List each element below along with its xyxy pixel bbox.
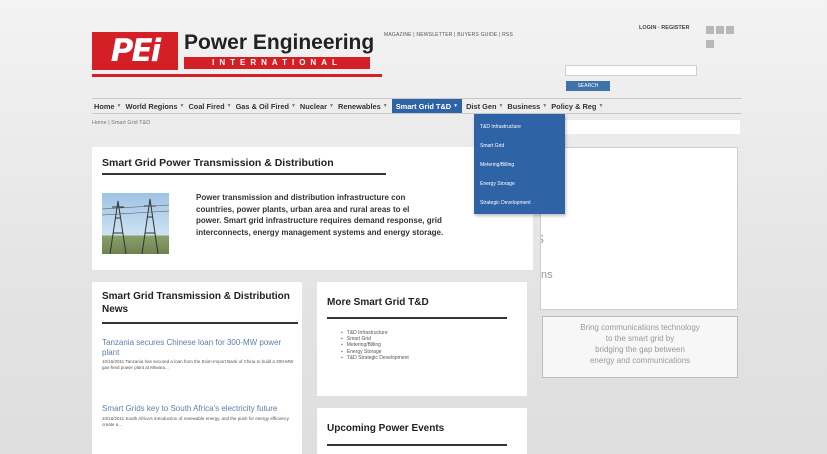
breadcrumb[interactable]: Home | Smart Grid T&D <box>92 120 150 126</box>
login-register-link[interactable]: LOGIN · REGISTER <box>639 25 689 31</box>
search-button[interactable]: SEARCH <box>566 81 610 91</box>
caret-icon: ▼ <box>329 103 334 109</box>
logo-title: Power Engineering <box>184 31 375 54</box>
ad-line: to the smart grid by <box>605 334 675 343</box>
caret-icon: ▼ <box>453 103 459 109</box>
hero-line: interconnects, energy management systems… <box>196 227 444 237</box>
nav-item-nuclear[interactable]: Nuclear ▼ <box>298 99 336 113</box>
caret-icon: ▼ <box>498 103 504 109</box>
caret-icon: ▼ <box>382 103 388 109</box>
more-divider <box>327 317 507 319</box>
tower-illustration <box>102 198 169 254</box>
site-logo[interactable]: PEi Power Engineering INTERNATIONAL <box>92 32 374 70</box>
dropdown-item[interactable]: Metering/Billing <box>474 156 565 175</box>
nav-label: Gas & Oil Fired <box>235 101 289 111</box>
transmission-tower-image <box>102 193 169 254</box>
caret-icon: ▼ <box>542 103 548 109</box>
nav-item-dist-gen[interactable]: Dist Gen ▼ <box>464 99 505 113</box>
nav-item-policy-reg[interactable]: Policy & Reg ▼ <box>549 99 605 113</box>
nav-item-renewables[interactable]: Renewables ▼ <box>336 99 390 113</box>
caret-icon: ▼ <box>226 103 232 109</box>
article-summary: 10/16/2011 South Africa's introduction o… <box>102 415 289 427</box>
nav-label: World Regions <box>125 101 178 111</box>
nav-label: Renewables <box>338 101 381 111</box>
promo-text-fragment: s <box>541 230 544 248</box>
dropdown-item[interactable]: Smart Grid <box>474 137 565 156</box>
logo-subtitle: INTERNATIONAL <box>184 57 370 69</box>
hero-panel: Smart Grid Power Transmission & Distribu… <box>92 147 533 270</box>
caret-icon: ▼ <box>116 103 122 109</box>
nav-item-business[interactable]: Business ▼ <box>505 99 549 113</box>
dropdown-item[interactable]: T&D Infrastructure <box>474 118 565 137</box>
news-heading: Smart Grid Transmission & Distribution N… <box>102 291 290 315</box>
site-container: PEi Power Engineering INTERNATIONAL MAGA… <box>92 10 742 454</box>
news-divider <box>102 322 298 324</box>
list-item[interactable]: T&D Strategic Development <box>341 355 409 361</box>
caret-icon: ▼ <box>179 103 185 109</box>
more-heading: More Smart Grid T&D <box>327 297 429 308</box>
smart-grid-dropdown-menu: T&D Infrastructure Smart Grid Metering/B… <box>474 114 565 214</box>
news-article: Tanzania secures Chinese loan for 300-MW… <box>102 338 294 371</box>
ad-line: bridging the gap between <box>595 345 685 354</box>
events-panel: Upcoming Power Events <box>317 408 527 454</box>
communications-ad[interactable]: Bring communications technology to the s… <box>542 316 738 378</box>
right-header-strip <box>540 120 740 134</box>
main-nav: Home ▼ World Regions ▼ Coal Fired ▼ Gas & O… <box>92 98 742 114</box>
nav-label: Smart Grid T&D <box>395 101 452 111</box>
logo-mark: PEi <box>92 32 178 70</box>
title-divider <box>102 173 386 175</box>
social-icons <box>706 26 734 34</box>
twitter-icon[interactable] <box>716 26 724 34</box>
linkedin-icon[interactable] <box>726 26 734 34</box>
news-panel: Smart Grid Transmission & Distribution N… <box>92 282 302 454</box>
events-divider <box>327 444 507 446</box>
promo-text-fragment: ns <box>541 269 553 281</box>
page-title: Smart Grid Power Transmission & Distribu… <box>102 157 334 169</box>
facebook-icon[interactable] <box>706 26 714 34</box>
dropdown-item[interactable]: Energy Storage <box>474 175 565 194</box>
ad-line: energy and communications <box>589 356 691 365</box>
nav-item-coal-fired[interactable]: Coal Fired ▼ <box>186 99 233 113</box>
nav-label: Nuclear <box>299 101 328 111</box>
search-input[interactable] <box>565 65 697 76</box>
caret-icon: ▼ <box>290 103 296 109</box>
logo-divider <box>92 74 382 77</box>
hero-line: power. Smart grid infrastructure require… <box>196 216 442 225</box>
more-links: T&D Infrastructure Smart Grid Metering/B… <box>341 330 409 361</box>
rss-icon[interactable] <box>706 40 714 48</box>
article-link[interactable]: Tanzania secures Chinese loan for 300-MW… <box>102 338 294 357</box>
nav-label: Dist Gen <box>466 101 497 111</box>
top-links[interactable]: MAGAZINE | NEWSLETTER | BUYERS GUIDE | R… <box>384 32 513 38</box>
dropdown-item[interactable]: Strategic Development <box>474 194 565 213</box>
ad-text: Bring communications technology to the s… <box>543 317 737 371</box>
logo-text: Power Engineering INTERNATIONAL <box>184 32 374 69</box>
nav-label: Home <box>94 101 115 111</box>
article-link[interactable]: Smart Grids key to South Africa's electr… <box>102 404 294 414</box>
more-panel: More Smart Grid T&D T&D Infrastructure S… <box>317 282 527 396</box>
nav-label: Policy & Reg <box>551 101 597 111</box>
nav-label: Coal Fired <box>188 101 225 111</box>
article-summary: 10/16/2011 Tanzania has secured a loan f… <box>102 359 294 370</box>
nav-item-world-regions[interactable]: World Regions ▼ <box>124 99 187 113</box>
ad-line: Bring communications technology <box>580 323 700 332</box>
caret-icon: ▼ <box>598 103 604 109</box>
events-heading: Upcoming Power Events <box>327 423 445 434</box>
nav-item-gas-oil-fired[interactable]: Gas & Oil Fired ▼ <box>234 99 298 113</box>
sidebar-promo-box[interactable]: s ns <box>540 147 738 310</box>
news-article: Smart Grids key to South Africa's electr… <box>102 404 294 428</box>
nav-label: Business <box>507 101 541 111</box>
nav-item-home[interactable]: Home ▼ <box>92 99 124 113</box>
nav-item-smart-grid[interactable]: Smart Grid T&D ▼ <box>391 99 463 113</box>
